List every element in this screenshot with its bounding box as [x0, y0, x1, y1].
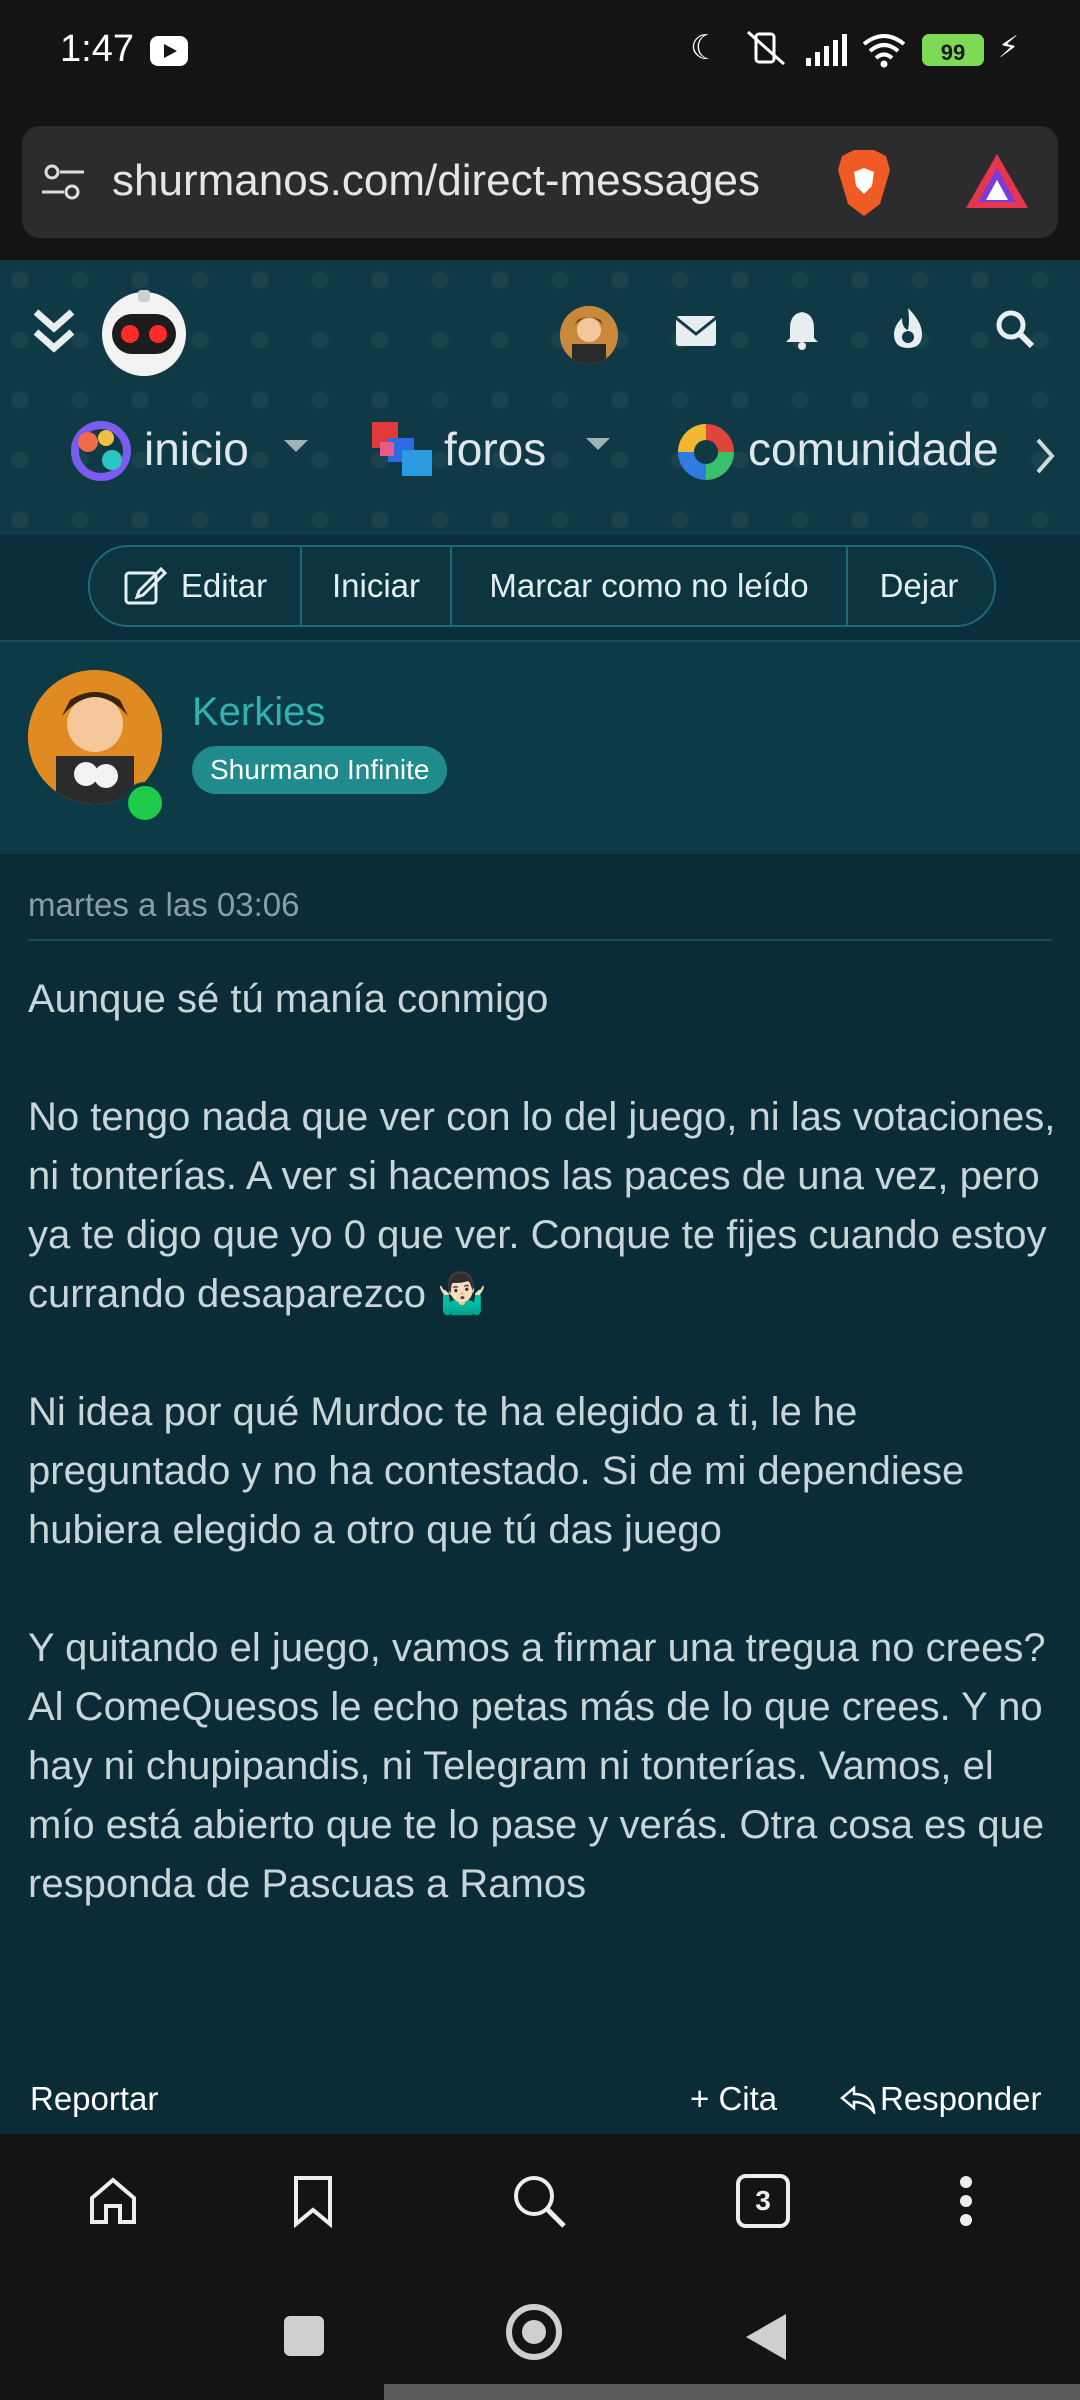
scrollbar[interactable] — [384, 2384, 1080, 2400]
message-paragraph: No tengo nada que ver con lo del juego, … — [28, 1095, 1056, 1316]
recents-icon[interactable] — [284, 2316, 324, 2356]
back-icon[interactable] — [744, 2312, 788, 2367]
envelope-icon[interactable] — [674, 314, 718, 353]
home-icon[interactable] — [86, 2174, 140, 2233]
brave-rewards-icon[interactable] — [962, 150, 1032, 217]
nav-item-foros[interactable]: foros — [444, 422, 546, 476]
start-button[interactable]: Iniciar — [302, 547, 452, 625]
divider — [28, 939, 1052, 941]
site-logo-robot[interactable] — [98, 288, 190, 385]
tab-count-button[interactable]: 3 — [736, 2174, 790, 2228]
message-author-header: Kerkies Shurmano Infinite — [0, 642, 1080, 854]
collapse-chevrons-icon[interactable] — [30, 304, 78, 365]
action-button-group: Editar Iniciar Marcar como no leído Deja… — [88, 545, 996, 627]
url-text[interactable]: shurmanos.com/direct-messages — [112, 156, 832, 206]
nav-item-comunidades[interactable]: comunidade — [748, 422, 1006, 476]
conversation-action-bar: Editar Iniciar Marcar como no leído Deja… — [0, 535, 1080, 642]
battery-icon: 99 — [922, 34, 984, 66]
signal-icon — [804, 34, 848, 73]
search-icon[interactable] — [510, 2172, 568, 2235]
user-avatar[interactable] — [560, 306, 618, 364]
status-bar: 1:47 ☾ 99 ⚡ — [0, 0, 1080, 110]
browser-toolbar: shurmanos.com/direct-messages — [0, 110, 1080, 260]
site-header: inicio foros comunidade — [0, 260, 1080, 535]
url-bar[interactable]: shurmanos.com/direct-messages — [22, 126, 1058, 238]
inicio-logo-icon — [68, 418, 134, 489]
clock: 1:47 — [60, 28, 134, 70]
wifi-icon — [860, 32, 908, 73]
message-timestamp[interactable]: martes a las 03:06 — [28, 886, 299, 924]
online-status-dot — [124, 782, 166, 824]
leave-button[interactable]: Dejar — [848, 547, 990, 625]
charging-icon: ⚡ — [998, 31, 1020, 64]
chevron-right-icon[interactable] — [1034, 436, 1056, 481]
chevron-down-icon[interactable] — [284, 440, 308, 459]
browser-bottom-bar: 3 — [0, 2134, 1080, 2274]
nav-item-inicio[interactable]: inicio — [144, 422, 249, 476]
foros-logo-icon — [370, 420, 436, 487]
mark-unread-button[interactable]: Marcar como no leído — [452, 547, 848, 625]
youtube-icon — [150, 36, 188, 66]
chevron-down-icon[interactable] — [586, 438, 610, 457]
bookmark-icon[interactable] — [292, 2174, 334, 2233]
fire-icon[interactable] — [888, 306, 928, 355]
message-body: Aunque sé tú manía conmigo No tengo nada… — [28, 970, 1058, 1914]
moon-icon: ☾ — [690, 29, 721, 67]
system-navigation-bar — [0, 2274, 1080, 2400]
edit-button[interactable]: Editar — [90, 547, 302, 625]
author-name[interactable]: Kerkies — [192, 690, 325, 735]
reply-icon — [840, 2084, 876, 2122]
edit-label: Editar — [180, 567, 268, 604]
message-paragraph: Aunque sé tú manía conmigo — [28, 977, 549, 1021]
report-link[interactable]: Reportar — [30, 2080, 158, 2118]
reply-label: Responder — [880, 2080, 1042, 2117]
search-icon[interactable] — [994, 308, 1036, 355]
message-footer: Reportar + Cita Responder — [0, 2070, 1080, 2134]
edit-icon — [123, 565, 167, 607]
message-paragraph: Ni idea por qué Murdoc te ha elegido a t… — [28, 1390, 965, 1552]
site-settings-icon[interactable] — [40, 162, 86, 207]
home-button-icon[interactable] — [506, 2304, 562, 2360]
message-paragraph: Y quitando el juego, vamos a firmar una … — [28, 1626, 1046, 1906]
brave-shields-icon[interactable] — [832, 146, 896, 223]
vibrate-off-icon — [744, 28, 788, 77]
message-pointer — [72, 832, 120, 854]
bell-icon[interactable] — [784, 308, 820, 355]
user-title-badge: Shurmano Infinite — [192, 746, 448, 794]
quote-link[interactable]: + Cita — [690, 2080, 777, 2118]
comunidades-logo-icon — [674, 420, 738, 489]
more-vertical-icon[interactable] — [958, 2174, 974, 2233]
reply-link[interactable]: Responder — [840, 2080, 1041, 2122]
